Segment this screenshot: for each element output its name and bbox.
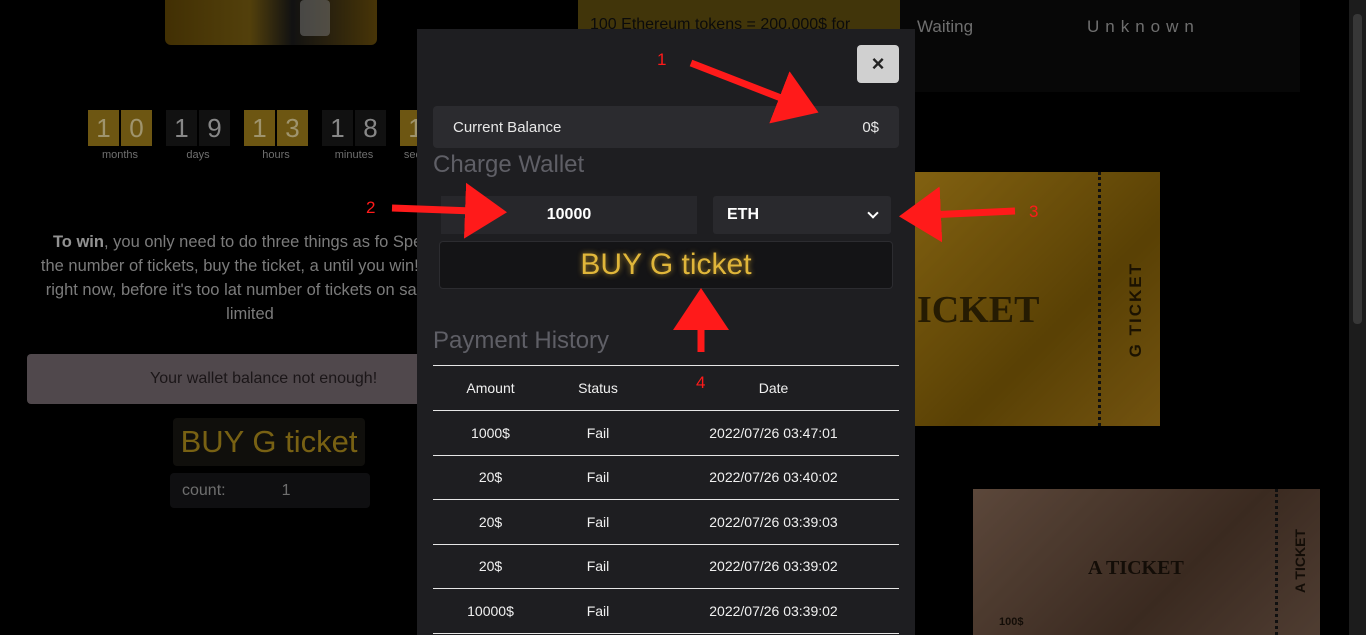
balance-value: 0$ xyxy=(862,118,879,136)
cell-status: Fail xyxy=(548,544,648,589)
cell-amount: 20$ xyxy=(433,544,548,589)
table-row: 20$ Fail 2022/07/26 03:39:02 xyxy=(433,544,899,589)
cell-status: Fail xyxy=(548,410,648,456)
close-button[interactable]: × xyxy=(857,45,899,83)
cell-amount: 1000$ xyxy=(433,410,548,456)
table-row: 10000$ Fail 2022/07/26 03:39:02 xyxy=(433,588,899,634)
currency-value: ETH xyxy=(727,206,759,223)
currency-select[interactable]: ETH xyxy=(713,196,891,234)
cell-status: Fail xyxy=(548,499,648,545)
balance-label: Current Balance xyxy=(453,118,562,136)
header-amount: Amount xyxy=(433,365,548,411)
table-header-row: Amount Status Date xyxy=(433,365,899,411)
cell-status: Fail xyxy=(548,588,648,634)
cell-date: 2022/07/26 03:40:02 xyxy=(648,455,899,500)
payment-history-title: Payment History xyxy=(433,327,610,354)
close-icon: × xyxy=(871,51,885,76)
cell-amount: 20$ xyxy=(433,499,548,545)
table-row: 1000$ Fail 2022/07/26 03:47:01 xyxy=(433,410,899,456)
chevron-down-icon xyxy=(867,207,879,219)
amount-input[interactable] xyxy=(441,196,697,234)
header-status: Status xyxy=(548,365,648,411)
cell-amount: 10000$ xyxy=(433,588,548,634)
cell-date: 2022/07/26 03:39:03 xyxy=(648,499,899,545)
cell-amount: 20$ xyxy=(433,455,548,500)
table-row: 20$ Fail 2022/07/26 03:40:02 xyxy=(433,455,899,500)
charge-wallet-title: Charge Wallet xyxy=(433,151,585,178)
buy-ticket-button[interactable]: BUY G ticket xyxy=(439,241,893,289)
table-row: 20$ Fail 2022/07/26 03:39:03 xyxy=(433,499,899,545)
wallet-modal: × Current Balance 0$ Charge Wallet ETH B… xyxy=(417,29,915,635)
cell-status: Fail xyxy=(548,455,648,500)
cell-date: 2022/07/26 03:47:01 xyxy=(648,410,899,456)
current-balance-row: Current Balance 0$ xyxy=(433,106,899,148)
payment-history-table: Amount Status Date 1000$ Fail 2022/07/26 0… xyxy=(433,365,899,634)
header-date: Date xyxy=(648,365,899,411)
cell-date: 2022/07/26 03:39:02 xyxy=(648,588,899,634)
cell-date: 2022/07/26 03:39:02 xyxy=(648,544,899,589)
